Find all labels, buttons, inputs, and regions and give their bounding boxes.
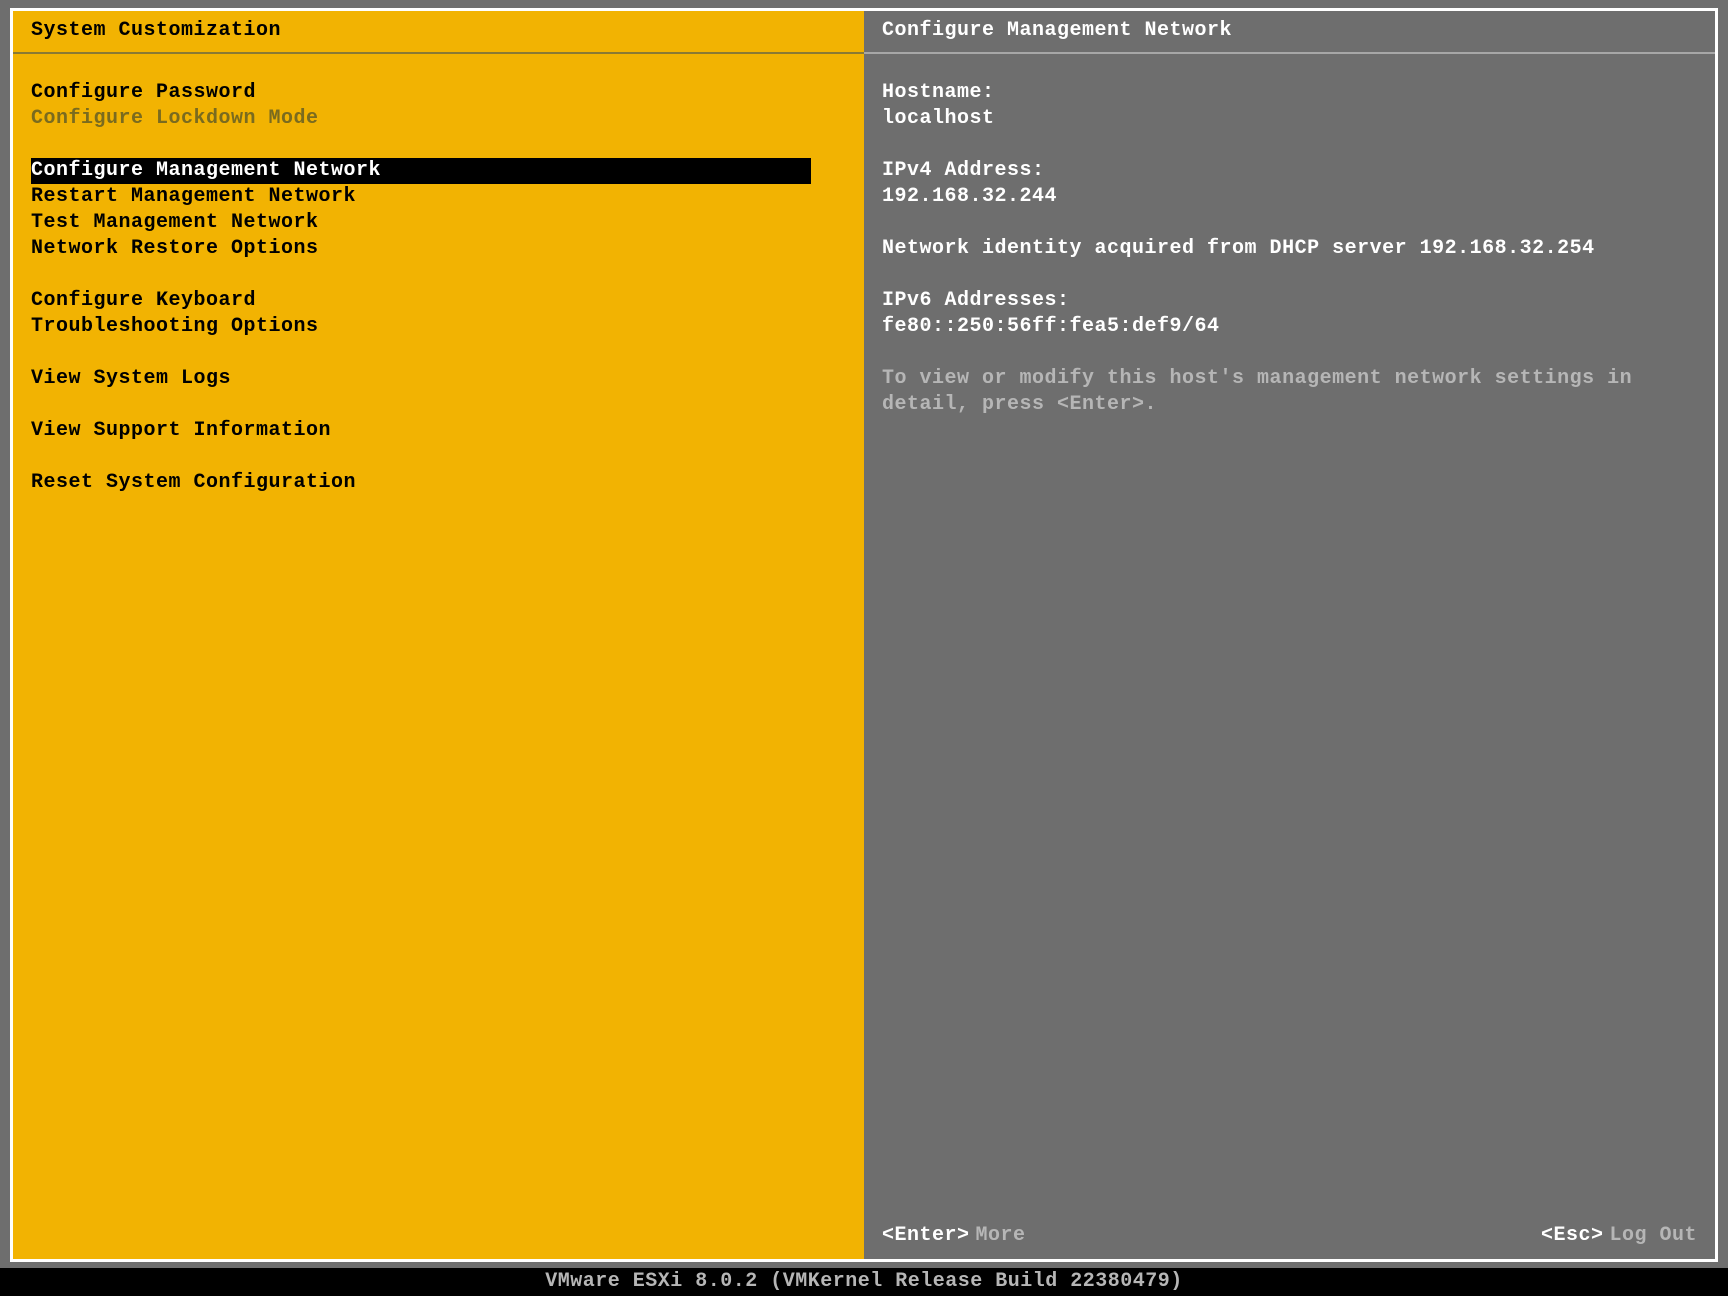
- footer-esc-key: <Esc>: [1541, 1224, 1604, 1247]
- main-frame: System Customization Configure PasswordC…: [10, 8, 1718, 1262]
- menu-item[interactable]: View Support Information: [31, 418, 846, 444]
- footer-enter-action: More: [976, 1224, 1026, 1247]
- right-footer: <Enter> More <Esc>Log Out: [864, 1214, 1715, 1259]
- status-bar: VMware ESXi 8.0.2 (VMKernel Release Buil…: [0, 1268, 1728, 1296]
- hostname-value: localhost: [882, 106, 1697, 132]
- menu-item[interactable]: Troubleshooting Options: [31, 314, 846, 340]
- left-panel-title: System Customization: [13, 11, 864, 54]
- menu-item[interactable]: Network Restore Options: [31, 236, 846, 262]
- footer-esc-action: Log Out: [1609, 1224, 1697, 1247]
- menu-item[interactable]: Reset System Configuration: [31, 470, 846, 496]
- menu-group: View Support Information: [31, 418, 846, 444]
- menu-item[interactable]: Test Management Network: [31, 210, 846, 236]
- right-panel-title: Configure Management Network: [864, 11, 1715, 54]
- menu-item[interactable]: View System Logs: [31, 366, 846, 392]
- hint-line-2: detail, press <Enter>.: [882, 392, 1697, 418]
- menu-group: Reset System Configuration: [31, 470, 846, 496]
- menu-item[interactable]: Configure Management Network: [31, 158, 811, 184]
- footer-esc[interactable]: <Esc>Log Out: [1541, 1224, 1697, 1247]
- menu-item[interactable]: Configure Password: [31, 80, 846, 106]
- menu-item[interactable]: Configure Lockdown Mode: [31, 106, 846, 132]
- ipv6-label: IPv6 Addresses:: [882, 288, 1697, 314]
- menu-group: Configure KeyboardTroubleshooting Option…: [31, 288, 846, 340]
- footer-enter-key: <Enter>: [882, 1224, 970, 1247]
- ipv4-value: 192.168.32.244: [882, 184, 1697, 210]
- menu-item[interactable]: Restart Management Network: [31, 184, 846, 210]
- menu-group: Configure PasswordConfigure Lockdown Mod…: [31, 80, 846, 132]
- ipv4-label: IPv4 Address:: [882, 158, 1697, 184]
- menu-group: Configure Management NetworkRestart Mana…: [31, 158, 846, 262]
- menu-group: View System Logs: [31, 366, 846, 392]
- menu-body: Configure PasswordConfigure Lockdown Mod…: [13, 54, 864, 522]
- footer-enter[interactable]: <Enter> More: [882, 1224, 1026, 1247]
- detail-body: Hostname: localhost IPv4 Address: 192.16…: [864, 54, 1715, 1214]
- hostname-label: Hostname:: [882, 80, 1697, 106]
- hint-line-1: To view or modify this host's management…: [882, 366, 1697, 392]
- dhcp-info-line: Network identity acquired from DHCP serv…: [882, 236, 1697, 262]
- right-panel: Configure Management Network Hostname: l…: [864, 11, 1715, 1259]
- left-panel: System Customization Configure PasswordC…: [13, 11, 864, 1259]
- menu-item[interactable]: Configure Keyboard: [31, 288, 846, 314]
- ipv6-value: fe80::250:56ff:fea5:def9/64: [882, 314, 1697, 340]
